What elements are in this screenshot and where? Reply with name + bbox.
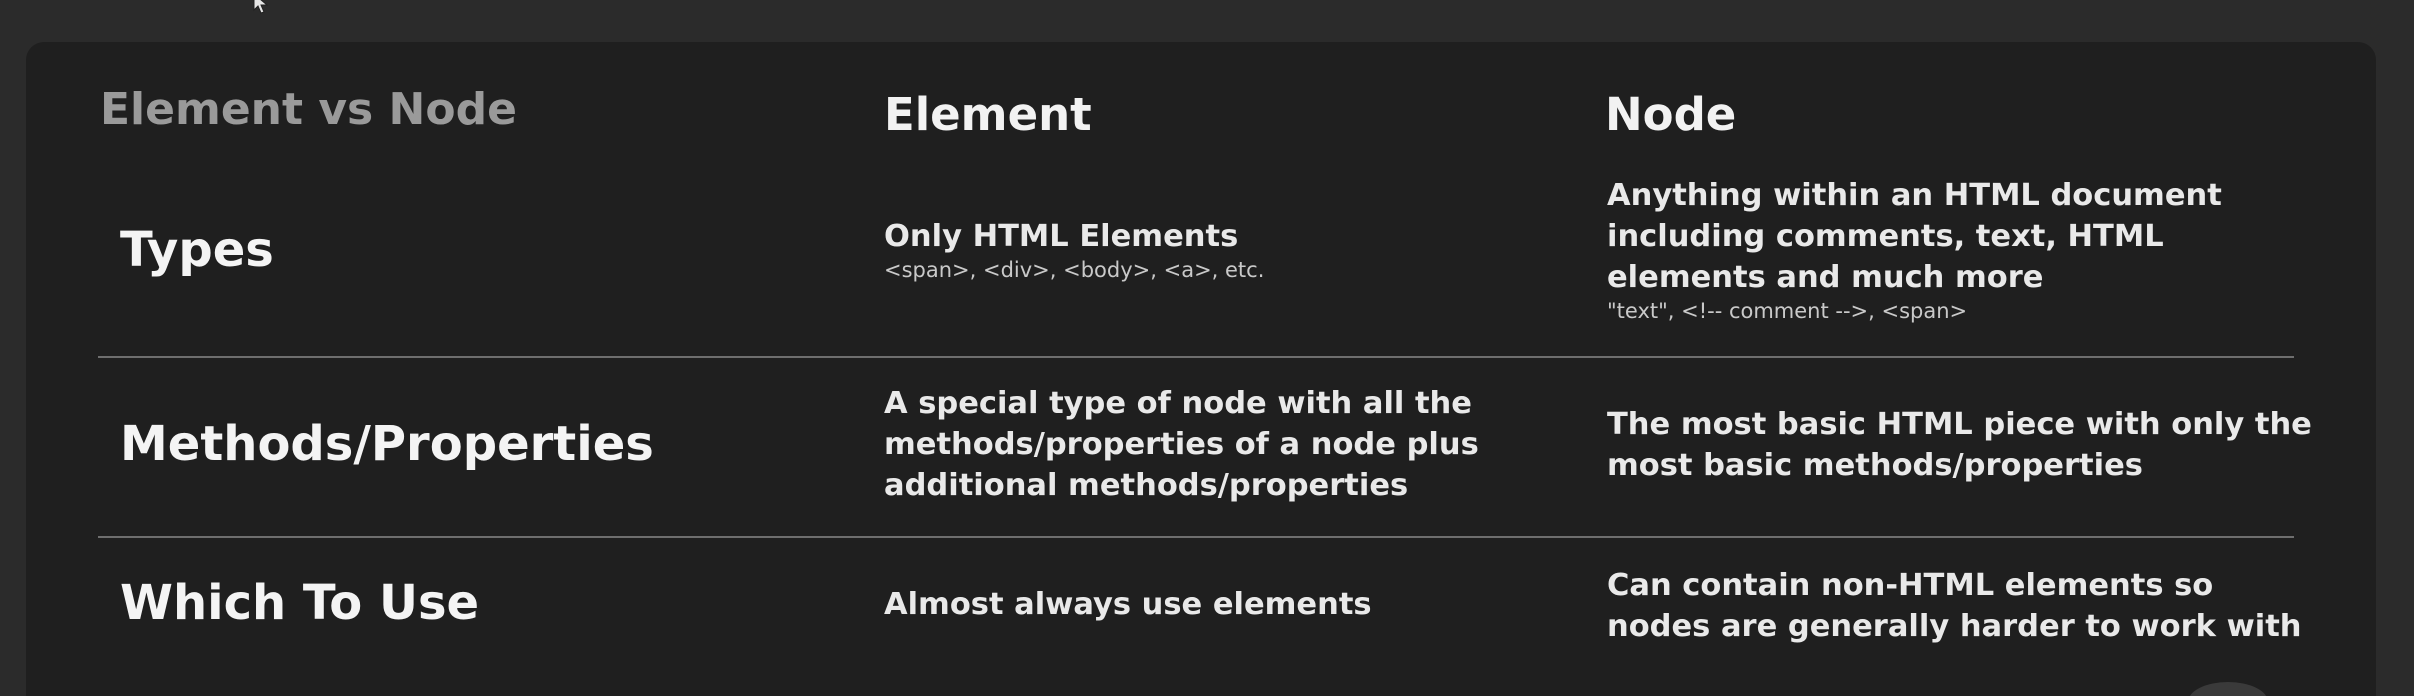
- column-header-node: Node: [1605, 88, 1737, 141]
- mouse-pointer-icon: [253, 0, 269, 14]
- row-label-types: Types: [120, 222, 274, 278]
- cell-types-node: Anything within an HTML document includi…: [1607, 175, 2367, 324]
- row-divider: [98, 356, 2294, 358]
- comparison-title: Element vs Node: [100, 84, 517, 135]
- cell-line: nodes are generally harder to work with: [1607, 609, 2302, 644]
- cell-which-element: Almost always use elements: [884, 584, 1564, 625]
- row-label-methods-properties: Methods/Properties: [120, 416, 654, 472]
- cell-types-element: Only HTML Elements <span>, <div>, <body>…: [884, 216, 1564, 283]
- cell-which-node: Can contain non-HTML elements so nodes a…: [1607, 565, 2367, 647]
- cell-example: "text", <!-- comment -->, <span>: [1607, 299, 1968, 323]
- slide-page: Element vs Node Element Node Types Only …: [0, 0, 2414, 696]
- cell-methods-node: The most basic HTML piece with only the …: [1607, 404, 2367, 486]
- row-label-which-to-use: Which To Use: [120, 575, 480, 631]
- cell-line: Almost always use elements: [884, 587, 1372, 622]
- cell-line: elements and much more: [1607, 260, 2044, 295]
- cell-line: Can contain non-HTML elements so: [1607, 568, 2214, 603]
- cell-line: methods/properties of a node plus: [884, 427, 1479, 462]
- cell-line: Anything within an HTML document: [1607, 178, 2222, 213]
- cell-methods-element: A special type of node with all the meth…: [884, 383, 1564, 506]
- cell-example: <span>, <div>, <body>, <a>, etc.: [884, 258, 1265, 282]
- cell-line: Only HTML Elements: [884, 219, 1239, 254]
- row-divider: [98, 536, 2294, 538]
- cell-line: additional methods/properties: [884, 468, 1409, 503]
- cell-line: including comments, text, HTML: [1607, 219, 2164, 254]
- cell-line: most basic methods/properties: [1607, 448, 2143, 483]
- cell-line: The most basic HTML piece with only the: [1607, 407, 2312, 442]
- cell-line: A special type of node with all the: [884, 386, 1472, 421]
- column-header-element: Element: [884, 88, 1092, 141]
